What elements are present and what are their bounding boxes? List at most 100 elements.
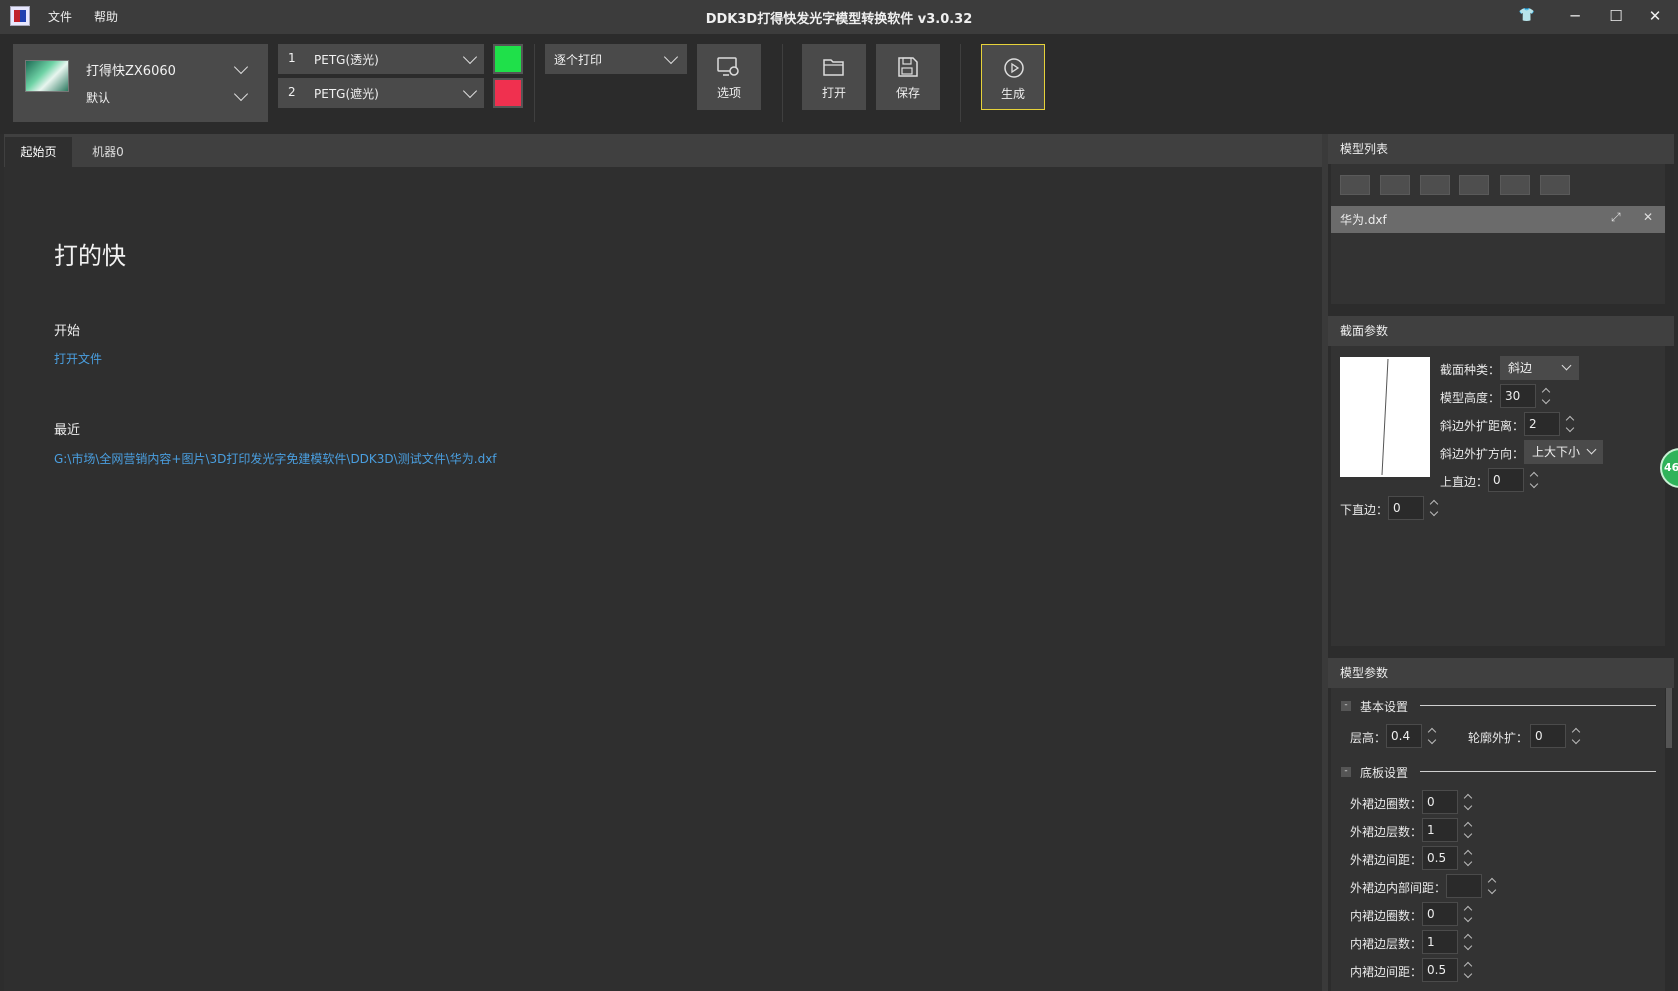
outer-skirt-spacing-stepper[interactable]	[1460, 846, 1476, 870]
inner-skirt-spacing-input[interactable]: 0.5	[1422, 958, 1458, 982]
generate-label: 生成	[1000, 87, 1025, 101]
top-straight-input[interactable]: 0	[1488, 468, 1524, 492]
inner-skirt-loops-stepper[interactable]	[1460, 902, 1476, 926]
outer-skirt-loops-label: 外裙边圈数：	[1350, 797, 1423, 811]
bevel-distance-input[interactable]: 2	[1524, 412, 1560, 436]
outer-skirt-inner-spacing-input[interactable]	[1446, 874, 1482, 898]
tab-bar	[4, 134, 1322, 167]
model-height-label: 模型高度：	[1440, 391, 1501, 405]
outer-skirt-loops-input[interactable]: 0	[1422, 790, 1458, 814]
section-params-header: 截面参数	[1328, 316, 1674, 346]
bottom-straight-stepper[interactable]	[1426, 496, 1442, 520]
collapse-base-icon[interactable]: -	[1341, 767, 1351, 777]
base-settings-group: 底板设置	[1360, 766, 1409, 780]
options-label: 选项	[716, 86, 741, 100]
material-1-color-swatch[interactable]	[493, 44, 523, 74]
maximize-button[interactable]: ☐	[1605, 6, 1627, 26]
title-bar: 文件 帮助 DDK3D打得快发光字模型转换软件 v3.0.32 👕 ─ ☐ ✕	[0, 0, 1678, 34]
material-2-color-swatch[interactable]	[493, 78, 523, 108]
inner-skirt-spacing-stepper[interactable]	[1460, 958, 1476, 982]
tab-machine0[interactable]: 机器0	[76, 137, 140, 167]
bottom-straight-label: 下直边：	[1340, 503, 1389, 517]
material-2-select[interactable]	[278, 78, 484, 108]
toolbar-divider	[782, 44, 783, 122]
bevel-distance-stepper[interactable]	[1562, 412, 1578, 436]
page-title: 打的快	[54, 242, 126, 270]
bottom-straight-input[interactable]: 0	[1388, 496, 1424, 520]
outer-skirt-spacing-input[interactable]: 0.5	[1422, 846, 1458, 870]
inner-skirt-layers-input[interactable]: 1	[1422, 930, 1458, 954]
recent-file-link[interactable]: G:\市场\全网营销内容+图片\3D打印发光字免建模软件\DDK3D\测试文件\…	[54, 450, 497, 467]
model-file-name: 华为.dxf	[1340, 213, 1387, 227]
expand-icon[interactable]: ⤢	[1611, 210, 1621, 225]
start-page-content	[4, 167, 1322, 991]
start-section-label: 开始	[54, 324, 81, 339]
print-mode-value: 逐个打印	[554, 53, 603, 67]
bevel-distance-label: 斜边外扩距离：	[1440, 419, 1525, 433]
open-file-link[interactable]: 打开文件	[54, 350, 102, 367]
top-straight-stepper[interactable]	[1526, 468, 1542, 492]
close-icon[interactable]: ✕	[1643, 210, 1653, 224]
printer-profile: 默认	[86, 91, 111, 105]
edit-model-icon[interactable]	[1500, 175, 1530, 195]
generate-play-icon	[1004, 58, 1024, 78]
model-height-stepper[interactable]	[1538, 384, 1554, 408]
outer-skirt-loops-stepper[interactable]	[1460, 790, 1476, 814]
material-2-index: 2	[288, 85, 296, 99]
outer-skirt-layers-stepper[interactable]	[1460, 818, 1476, 842]
window-title: DDK3D打得快发光字模型转换软件 v3.0.32	[705, 12, 973, 27]
printer-name: 打得快ZX6060	[86, 64, 176, 79]
contour-offset-input[interactable]: 0	[1530, 724, 1566, 748]
material-2-name: PETG(遮光)	[314, 87, 379, 101]
model-list-header: 模型列表	[1328, 134, 1674, 164]
save-button[interactable]: 保存	[876, 44, 940, 110]
generate-button[interactable]: 生成	[981, 44, 1045, 110]
minimize-button[interactable]: ─	[1564, 6, 1586, 26]
delete-model-icon[interactable]	[1540, 175, 1570, 195]
top-straight-label: 上直边：	[1440, 475, 1489, 489]
material-1-name: PETG(透光)	[314, 53, 379, 67]
material-1-index: 1	[288, 51, 296, 65]
menu-help[interactable]: 帮助	[94, 8, 118, 25]
inner-skirt-layers-stepper[interactable]	[1460, 930, 1476, 954]
model-params-header: 模型参数	[1328, 658, 1674, 688]
bevel-direction-label: 斜边外扩方向：	[1440, 447, 1525, 461]
open-label: 打开	[821, 86, 846, 100]
section-preview-image	[1340, 357, 1430, 477]
settings-monitor-icon	[717, 57, 739, 76]
contour-offset-stepper[interactable]	[1568, 724, 1584, 748]
mirror-model-icon[interactable]	[1420, 175, 1450, 195]
outer-skirt-layers-label: 外裙边层数：	[1350, 825, 1423, 839]
cube-model-icon[interactable]	[1459, 175, 1489, 195]
skin-shirt-icon[interactable]: 👕	[1516, 6, 1538, 26]
toolbar-divider	[960, 44, 961, 122]
outer-skirt-inner-spacing-label: 外裙边内部间距：	[1350, 881, 1447, 895]
inner-skirt-loops-input[interactable]: 0	[1422, 902, 1458, 926]
folder-open-icon	[823, 59, 844, 76]
floppy-save-icon	[898, 57, 918, 77]
layer-height-input[interactable]: 0.4	[1386, 724, 1422, 748]
group-divider	[1420, 705, 1656, 706]
close-window-button[interactable]: ✕	[1644, 6, 1666, 26]
material-1-select[interactable]	[278, 44, 484, 74]
menu-file[interactable]: 文件	[48, 8, 72, 25]
section-type-label: 截面种类：	[1440, 363, 1501, 377]
collapse-basic-icon[interactable]: -	[1341, 701, 1351, 711]
outer-skirt-layers-input[interactable]: 1	[1422, 818, 1458, 842]
basic-settings-group: 基本设置	[1360, 700, 1409, 714]
options-button[interactable]: 选项	[697, 44, 761, 110]
app-logo-icon	[10, 6, 30, 26]
add-model-icon[interactable]	[1380, 175, 1410, 195]
inner-skirt-loops-label: 内裙边圈数：	[1350, 909, 1423, 923]
panel-scrollbar[interactable]	[1666, 688, 1672, 748]
floating-badge-text: 46	[1664, 461, 1678, 474]
open-button[interactable]: 打开	[802, 44, 866, 110]
model-height-input[interactable]: 30	[1500, 384, 1536, 408]
inner-skirt-layers-label: 内裙边层数：	[1350, 937, 1423, 951]
recent-section-label: 最近	[54, 423, 81, 438]
tab-start-page[interactable]: 起始页	[5, 137, 72, 167]
outer-skirt-inner-spacing-stepper[interactable]	[1484, 874, 1500, 898]
list-view-icon[interactable]	[1340, 175, 1370, 195]
layer-height-stepper[interactable]	[1424, 724, 1440, 748]
outer-skirt-spacing-label: 外裙边间距：	[1350, 853, 1423, 867]
